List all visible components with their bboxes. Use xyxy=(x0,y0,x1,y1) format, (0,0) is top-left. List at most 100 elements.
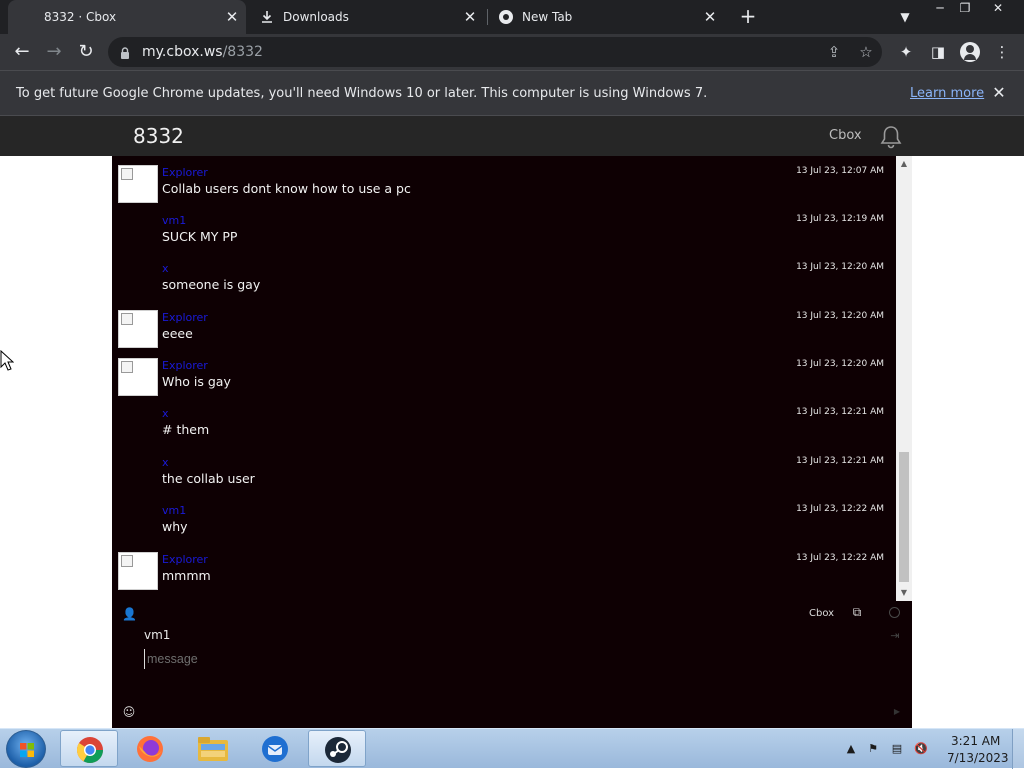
status-circle-icon xyxy=(889,607,900,618)
bell-icon[interactable] xyxy=(878,124,904,150)
chevron-down-icon[interactable]: ▼ xyxy=(896,8,914,26)
avatar xyxy=(118,552,158,590)
extensions-puzzle-icon[interactable]: ✦ xyxy=(896,42,916,62)
web-page: 8332 Cbox Explorer Collab users dont kno… xyxy=(0,116,1024,728)
side-panel-icon[interactable]: ◨ xyxy=(928,42,948,62)
taskbar-steam[interactable] xyxy=(308,730,366,767)
chat-message: Explorer mmmm 13 Jul 23, 12:22 AM xyxy=(112,543,896,591)
restore-icon[interactable]: ❐ xyxy=(951,0,979,18)
tab-title: Downloads xyxy=(283,10,349,24)
learn-more-link[interactable]: Learn more xyxy=(910,86,984,101)
chat-message: x # them 13 Jul 23, 12:21 AM xyxy=(112,397,896,445)
address-bar[interactable]: my.cbox.ws/8332 ⇪ ☆ xyxy=(108,37,882,67)
lock-icon xyxy=(120,45,130,59)
steam-icon xyxy=(323,735,353,769)
windows-logo-icon xyxy=(19,742,35,758)
star-bookmark-icon[interactable]: ☆ xyxy=(856,42,876,62)
message-time: 13 Jul 23, 12:21 AM xyxy=(796,407,884,417)
tab-title: 8332 · Cbox xyxy=(44,10,117,24)
new-tab-plus-icon[interactable]: + xyxy=(738,6,758,26)
browser-toolbar: ← → ↻ my.cbox.ws/8332 ⇪ ☆ ✦ ◨ ⋮ xyxy=(0,34,1024,70)
popout-external-icon[interactable]: ⧉ xyxy=(850,605,864,619)
taskbar-chrome[interactable] xyxy=(60,730,118,767)
message-nick[interactable]: Explorer xyxy=(162,166,208,179)
chat-message: vm1 SUCK MY PP 13 Jul 23, 12:19 AM xyxy=(112,204,896,252)
message-nick[interactable]: x xyxy=(162,407,169,420)
chat-message: Explorer Who is gay 13 Jul 23, 12:20 AM xyxy=(112,349,896,397)
message-text: mmmm xyxy=(162,568,211,583)
reload-icon[interactable]: ↻ xyxy=(74,40,98,64)
tab-close-icon[interactable]: ✕ xyxy=(702,9,718,25)
message-text: Collab users dont know how to use a pc xyxy=(162,181,411,196)
mouse-cursor-icon xyxy=(0,349,15,372)
avatar xyxy=(118,358,158,396)
tab-downloads[interactable]: Downloads ✕ xyxy=(250,0,486,34)
start-button[interactable] xyxy=(6,730,46,768)
message-input[interactable] xyxy=(144,649,744,669)
windows-taskbar: ▲ ⚑ ▤ 🔇 3:21 AM 7/13/2023 xyxy=(0,728,1024,769)
network-icon[interactable]: ▤ xyxy=(890,743,904,755)
message-composer: 👤 Cbox ⧉ ⇥ vm1 ☺ ▶ xyxy=(112,601,912,728)
tab-close-icon[interactable]: ✕ xyxy=(462,9,478,25)
action-center-flag-icon[interactable]: ⚑ xyxy=(866,743,880,755)
tab-newtab[interactable]: New Tab ✕ xyxy=(490,0,726,34)
infobar-close-icon[interactable]: ✕ xyxy=(990,84,1008,102)
sign-in-icon[interactable]: ⇥ xyxy=(888,629,902,643)
clock-time[interactable]: 3:21 AM xyxy=(951,734,1000,748)
cbox-brand-link[interactable]: Cbox xyxy=(829,128,862,143)
taskbar-firefox[interactable] xyxy=(122,730,180,767)
message-nick[interactable]: vm1 xyxy=(162,504,186,517)
message-nick[interactable]: Explorer xyxy=(162,359,208,372)
forward-arrow-icon[interactable]: → xyxy=(42,40,66,64)
share-icon[interactable]: ⇪ xyxy=(824,42,844,62)
message-nick[interactable]: Explorer xyxy=(162,311,208,324)
user-icon[interactable]: 👤 xyxy=(122,607,137,621)
back-arrow-icon[interactable]: ← xyxy=(10,40,34,64)
message-nick[interactable]: x xyxy=(162,456,169,469)
message-scrollbar[interactable]: ▲ ▼ xyxy=(896,156,912,601)
window-close-icon[interactable]: ✕ xyxy=(984,0,1012,18)
minimize-icon[interactable]: ─ xyxy=(926,0,954,18)
scroll-up-arrow-icon[interactable]: ▲ xyxy=(896,158,912,170)
download-icon xyxy=(260,10,274,24)
tab-close-icon[interactable]: ✕ xyxy=(224,9,240,25)
message-time: 13 Jul 23, 12:19 AM xyxy=(796,214,884,224)
scrollbar-thumb[interactable] xyxy=(899,452,909,582)
profile-avatar-icon[interactable] xyxy=(960,42,980,62)
show-hidden-icons-chevron-icon[interactable]: ▲ xyxy=(844,743,858,755)
chat-box: Explorer Collab users dont know how to u… xyxy=(112,156,912,728)
update-infobar: To get future Google Chrome updates, you… xyxy=(0,70,1024,116)
message-text: someone is gay xyxy=(162,277,261,292)
show-desktop-button[interactable] xyxy=(1012,729,1024,769)
menu-kebab-icon[interactable]: ⋮ xyxy=(992,42,1012,62)
tab-cbox[interactable]: 8332 · Cbox ✕ xyxy=(8,0,246,34)
emoji-smiley-icon[interactable]: ☺ xyxy=(122,705,136,719)
message-time: 13 Jul 23, 12:21 AM xyxy=(796,456,884,466)
message-time: 13 Jul 23, 12:20 AM xyxy=(796,311,884,321)
taskbar-thunderbird[interactable] xyxy=(246,730,304,767)
message-text: Who is gay xyxy=(162,374,231,389)
chat-message: Explorer eeee 13 Jul 23, 12:20 AM xyxy=(112,301,896,349)
message-time: 13 Jul 23, 12:07 AM xyxy=(796,166,884,176)
message-nick[interactable]: x xyxy=(162,262,169,275)
tab-separator xyxy=(487,9,488,25)
infobar-message: To get future Google Chrome updates, you… xyxy=(16,86,708,101)
scroll-down-arrow-icon[interactable]: ▼ xyxy=(896,587,912,599)
message-nick[interactable]: Explorer xyxy=(162,553,208,566)
taskbar-explorer[interactable] xyxy=(184,730,242,767)
url-text: my.cbox.ws/8332 xyxy=(142,44,263,60)
chrome-icon xyxy=(498,9,514,25)
chat-message: vm1 why 13 Jul 23, 12:22 AM xyxy=(112,494,896,542)
message-text: eeee xyxy=(162,326,193,341)
clock-date[interactable]: 7/13/2023 xyxy=(947,751,1009,765)
avatar xyxy=(118,310,158,348)
cbox-brand-small[interactable]: Cbox xyxy=(809,608,834,619)
message-time: 13 Jul 23, 12:20 AM xyxy=(796,359,884,369)
cbox-header: 8332 Cbox xyxy=(0,116,1024,156)
send-arrow-icon[interactable]: ▶ xyxy=(892,707,902,717)
nickname-field[interactable]: vm1 xyxy=(144,628,444,642)
message-nick[interactable]: vm1 xyxy=(162,214,186,227)
message-text: the collab user xyxy=(162,471,255,486)
message-text: SUCK MY PP xyxy=(162,229,238,244)
volume-muted-icon[interactable]: 🔇 xyxy=(914,743,928,755)
